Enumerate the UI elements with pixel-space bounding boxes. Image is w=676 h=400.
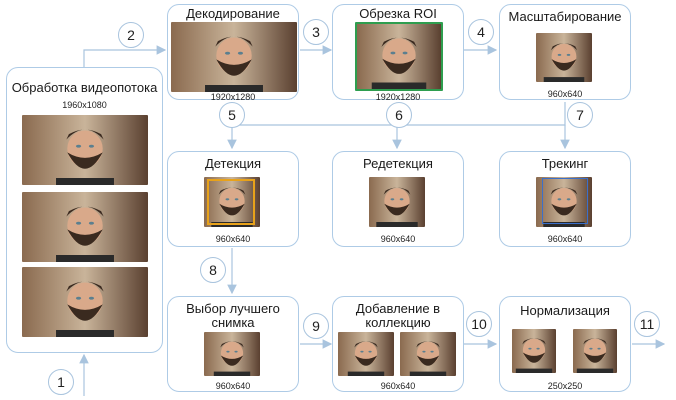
- step-2: 2: [118, 22, 144, 48]
- detect-bounding-box: [207, 179, 255, 225]
- node-roi-crop: Обрезка ROI 1920x1280: [332, 4, 464, 102]
- collect-frame-2: [400, 332, 456, 376]
- node-redetect-title: Редетекция: [363, 156, 433, 171]
- node-best-shot: Выбор лучшего снимка 960x640: [167, 296, 299, 392]
- step-5: 5: [219, 102, 245, 128]
- node-redetection: Редетекция 960x640: [332, 151, 464, 247]
- step-11: 11: [634, 311, 660, 337]
- node-decode-title: Декодирование: [186, 6, 280, 21]
- step-4: 4: [468, 19, 494, 45]
- video-frame-2: [22, 192, 148, 262]
- node-collect-title-2: коллекцию: [365, 315, 431, 330]
- video-frame-1: [22, 115, 148, 185]
- node-detect-title: Детекция: [204, 156, 262, 171]
- node-decode-res: 1920x1280: [210, 92, 256, 102]
- node-collect-res: 960x640: [380, 381, 416, 391]
- step-7: 7: [567, 102, 593, 128]
- node-roi-res: 1920x1280: [375, 92, 421, 102]
- step-10: 10: [466, 311, 492, 337]
- node-scale-res: 960x640: [547, 89, 583, 99]
- node-video-stream: Обработка видеопотока 1960x1080: [6, 67, 163, 353]
- node-tracking: Трекинг 960x640: [499, 151, 631, 247]
- norm-frame-1: [512, 329, 556, 373]
- node-track-title: Трекинг: [541, 156, 589, 171]
- step-6: 6: [386, 102, 412, 128]
- node-normalization: Нормализация 250x250: [499, 296, 631, 392]
- step-3: 3: [303, 19, 329, 45]
- collect-frame-1: [338, 332, 394, 376]
- node-collect-title-1: Добавление в: [355, 301, 441, 316]
- step-1: 1: [48, 369, 74, 395]
- node-track-res: 960x640: [547, 234, 583, 244]
- node-video-stream-res: 1960x1080: [62, 100, 107, 110]
- node-redetect-res: 960x640: [380, 234, 416, 244]
- node-best-title-1: Выбор лучшего: [186, 301, 280, 316]
- arrow-2: [83, 45, 167, 67]
- node-video-stream-title: Обработка видеопотока: [11, 80, 158, 95]
- node-scaling: Масштабирование 960x640: [499, 4, 631, 100]
- node-collection: Добавление в коллекцию 960x640: [332, 296, 464, 392]
- node-scale-title: Масштабирование: [508, 9, 622, 24]
- step-8: 8: [200, 257, 226, 283]
- node-norm-res: 250x250: [547, 381, 583, 391]
- redetect-frame: [369, 177, 425, 227]
- node-decode: Декодирование 1920x1280: [167, 4, 299, 102]
- norm-frame-2: [573, 329, 617, 373]
- track-bounding-box: [542, 178, 588, 224]
- roi-frame: [355, 22, 443, 91]
- node-norm-title: Нормализация: [520, 303, 610, 318]
- best-frame: [204, 332, 260, 376]
- pipeline-diagram: Обработка видеопотока 1960x1080 Декодиро…: [0, 0, 676, 400]
- node-detection: Детекция 960x640: [167, 151, 299, 247]
- step-9: 9: [303, 313, 329, 339]
- decode-frame: [171, 22, 297, 92]
- node-detect-res: 960x640: [215, 234, 251, 244]
- video-frame-3: [22, 267, 148, 337]
- scale-frame: [536, 33, 592, 82]
- node-best-res: 960x640: [215, 381, 251, 391]
- node-best-title-2: снимка: [211, 315, 255, 330]
- node-roi-title: Обрезка ROI: [359, 6, 437, 21]
